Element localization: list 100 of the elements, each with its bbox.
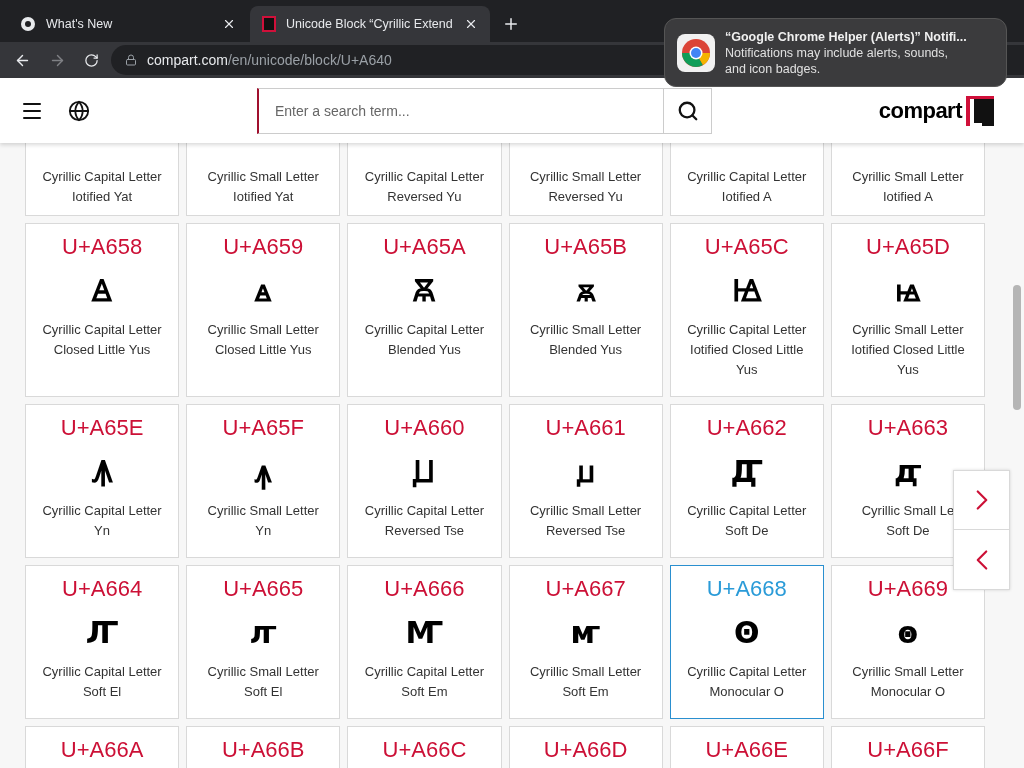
character-card[interactable]: U+A66E — [669, 726, 824, 768]
glyph: ꙛ — [576, 272, 595, 310]
character-card[interactable]: U+A659 ꙙ Cyrillic Small Letter Closed Little Yus — [186, 223, 341, 397]
address-host: compart.com — [147, 51, 228, 68]
character-card[interactable]: Cyrillic Capital Letter Iotified Yat — [25, 143, 180, 216]
character-name: Cyrillic Capital Letter Iotified Yat — [42, 168, 162, 206]
glyph: ꙟ — [255, 453, 272, 492]
code-point: U+A65A — [383, 233, 466, 261]
character-name: Cyrillic Small Letter Monocular O — [852, 663, 964, 701]
character-card[interactable]: U+A65D ꙝ Cyrillic Small Letter Iotified Closed Little Yus — [830, 223, 985, 397]
notification-title: “Google Chrome Helper (Alerts)” Notifi... — [725, 28, 968, 45]
character-card[interactable]: Cyrillic Small Letter Reversed Yu — [508, 143, 663, 216]
character-card[interactable]: U+A66C — [347, 726, 502, 768]
character-card[interactable]: U+A65B ꙛ Cyrillic Small Letter Blended Yus — [508, 223, 663, 397]
notification[interactable]: “Google Chrome Helper (Alerts)” Notifi... Notifications may include alerts, sounds, and icon badges. — [664, 18, 1007, 87]
character-card[interactable]: U+A65F ꙟ Cyrillic Small Letter Yn — [186, 404, 341, 558]
character-name: Cyrillic Small Letter Soft Em — [529, 663, 642, 701]
glyph: Ꙧ — [405, 614, 444, 652]
character-name: Cyrillic Small Letter Reversed Yu — [529, 168, 642, 206]
character-name: Cyrillic Small Letter Blended Yus — [529, 321, 642, 359]
address-path: /en/unicode/block/U+A640 — [227, 51, 392, 68]
character-name: Cyrillic Capital Letter Reversed Yu — [364, 168, 484, 206]
close-icon[interactable] — [222, 17, 236, 31]
browser-tab[interactable]: Unicode Block “Cyrillic Extend — [250, 6, 490, 42]
reload-icon[interactable] — [84, 52, 99, 68]
code-point: U+A65D — [866, 233, 950, 261]
tab-title: Unicode Block “Cyrillic Extend — [286, 15, 454, 33]
glyph: Ꙡ — [413, 453, 436, 491]
character-name: Cyrillic Capital Letter Monocular O — [687, 663, 807, 701]
character-card[interactable]: U+A65A Ꙛ Cyrillic Capital Letter Blended Yus — [347, 223, 502, 397]
character-card[interactable]: U+A65C Ꙝ Cyrillic Capital Letter Iotified Closed Little Yus — [669, 223, 824, 397]
character-name: Cyrillic Small Letter Yn — [207, 502, 319, 540]
character-name: Cyrillic Capital Letter Blended Yus — [364, 321, 484, 359]
code-point: U+A668 — [706, 575, 787, 603]
glyph: ꙝ — [895, 272, 921, 310]
code-point: U+A66E — [705, 736, 788, 764]
code-point: U+A666 — [384, 575, 465, 603]
glyph: ꙣ — [894, 453, 922, 491]
search-field[interactable]: Enter a search term... — [257, 87, 664, 134]
code-point: U+A662 — [706, 414, 787, 442]
code-point: U+A667 — [545, 575, 626, 603]
character-card[interactable]: Cyrillic Capital Letter Iotified A — [669, 143, 824, 216]
notification-body: Notifications may include alerts, sounds, and icon badges. — [725, 44, 950, 77]
new-tab-icon[interactable] — [502, 15, 520, 33]
close-icon[interactable] — [464, 17, 478, 31]
character-name: Cyrillic Capital Letter Soft El — [42, 663, 162, 701]
character-card[interactable]: U+A662 Ꙣ Cyrillic Capital Letter Soft De — [669, 404, 824, 558]
character-name: Cyrillic Capital Letter Closed Little Yus — [42, 321, 162, 359]
character-card[interactable]: U+A665 ꙥ Cyrillic Small Letter Soft El — [186, 565, 341, 719]
character-card[interactable]: U+A669 ꙩ Cyrillic Small Letter Monocular O — [830, 565, 985, 719]
character-name: Cyrillic Small Letter Iotified Closed Little Yus — [851, 321, 965, 379]
character-card[interactable]: Cyrillic Small Letter Iotified Yat — [186, 143, 341, 216]
glyph: Ꙩ — [734, 614, 760, 652]
character-card[interactable]: U+A65E Ꙟ Cyrillic Capital Letter Yn — [25, 404, 180, 558]
character-card[interactable]: U+A66A — [25, 726, 180, 768]
code-point: U+A659 — [223, 233, 304, 261]
code-point: U+A66C — [382, 736, 467, 764]
character-name: Cyrillic Capital Letter Soft Em — [364, 663, 484, 701]
character-card[interactable]: U+A66D — [508, 726, 663, 768]
code-point: U+A65C — [704, 233, 789, 261]
glyph: ꙡ — [576, 453, 595, 491]
browser-tab[interactable]: What's New — [8, 6, 248, 42]
character-name: Cyrillic Capital Letter Iotified Closed Little Yus — [687, 321, 807, 379]
character-card[interactable]: U+A667 ꙧ Cyrillic Small Letter Soft Em — [508, 565, 663, 719]
code-point: U+A665 — [223, 575, 304, 603]
glyph: Ꙟ — [92, 453, 113, 491]
glyph: ꙧ — [570, 614, 601, 652]
glyph: Ꙥ — [85, 614, 119, 652]
character-card[interactable]: U+A664 Ꙥ Cyrillic Capital Letter Soft El — [25, 565, 180, 719]
code-point: U+A66A — [60, 736, 144, 764]
code-point: U+A664 — [62, 575, 143, 603]
logo-text[interactable]: compart — [878, 94, 962, 127]
code-point: U+A65F — [222, 414, 304, 442]
character-card[interactable]: U+A66F — [830, 726, 985, 768]
character-card[interactable]: U+A66B — [186, 726, 341, 768]
character-name: Cyrillic Capital Letter Yn — [42, 502, 162, 540]
logo-icon — [966, 95, 994, 126]
scrollbar[interactable] — [1013, 285, 1021, 410]
character-card[interactable]: U+A668 Ꙩ Cyrillic Capital Letter Monocular O — [669, 565, 824, 719]
character-card[interactable]: U+A661 ꙡ Cyrillic Small Letter Reversed Tse — [508, 404, 663, 558]
glyph: ꙙ — [255, 272, 272, 310]
character-card[interactable]: Cyrillic Small Letter Iotified A — [830, 143, 985, 216]
glyph: Ꙣ — [730, 453, 763, 491]
character-card[interactable]: U+A658 Ꙙ Cyrillic Capital Letter Closed Little Yus — [25, 223, 180, 397]
character-card[interactable]: Cyrillic Capital Letter Reversed Yu — [347, 143, 502, 216]
character-name: Cyrillic Capital Letter Soft De — [687, 502, 807, 540]
character-card[interactable]: U+A666 Ꙧ Cyrillic Capital Letter Soft Em — [347, 565, 502, 719]
lock-icon — [125, 54, 137, 66]
globe-icon[interactable] — [68, 99, 90, 122]
glyph: Ꙛ — [413, 272, 436, 310]
code-point: U+A66B — [221, 736, 305, 764]
character-name: Cyrillic Capital Letter Iotified A — [687, 168, 807, 206]
tab-title: What's New — [46, 15, 114, 33]
glyph: Ꙝ — [732, 272, 762, 310]
code-point: U+A66D — [543, 736, 628, 764]
character-name: Cyrillic Small Le Soft De — [861, 502, 955, 540]
glyph: Ꙙ — [92, 272, 113, 310]
code-point: U+A663 — [867, 414, 948, 442]
character-card[interactable]: U+A660 Ꙡ Cyrillic Capital Letter Reversed Tse — [347, 404, 502, 558]
code-point: U+A661 — [545, 414, 626, 442]
